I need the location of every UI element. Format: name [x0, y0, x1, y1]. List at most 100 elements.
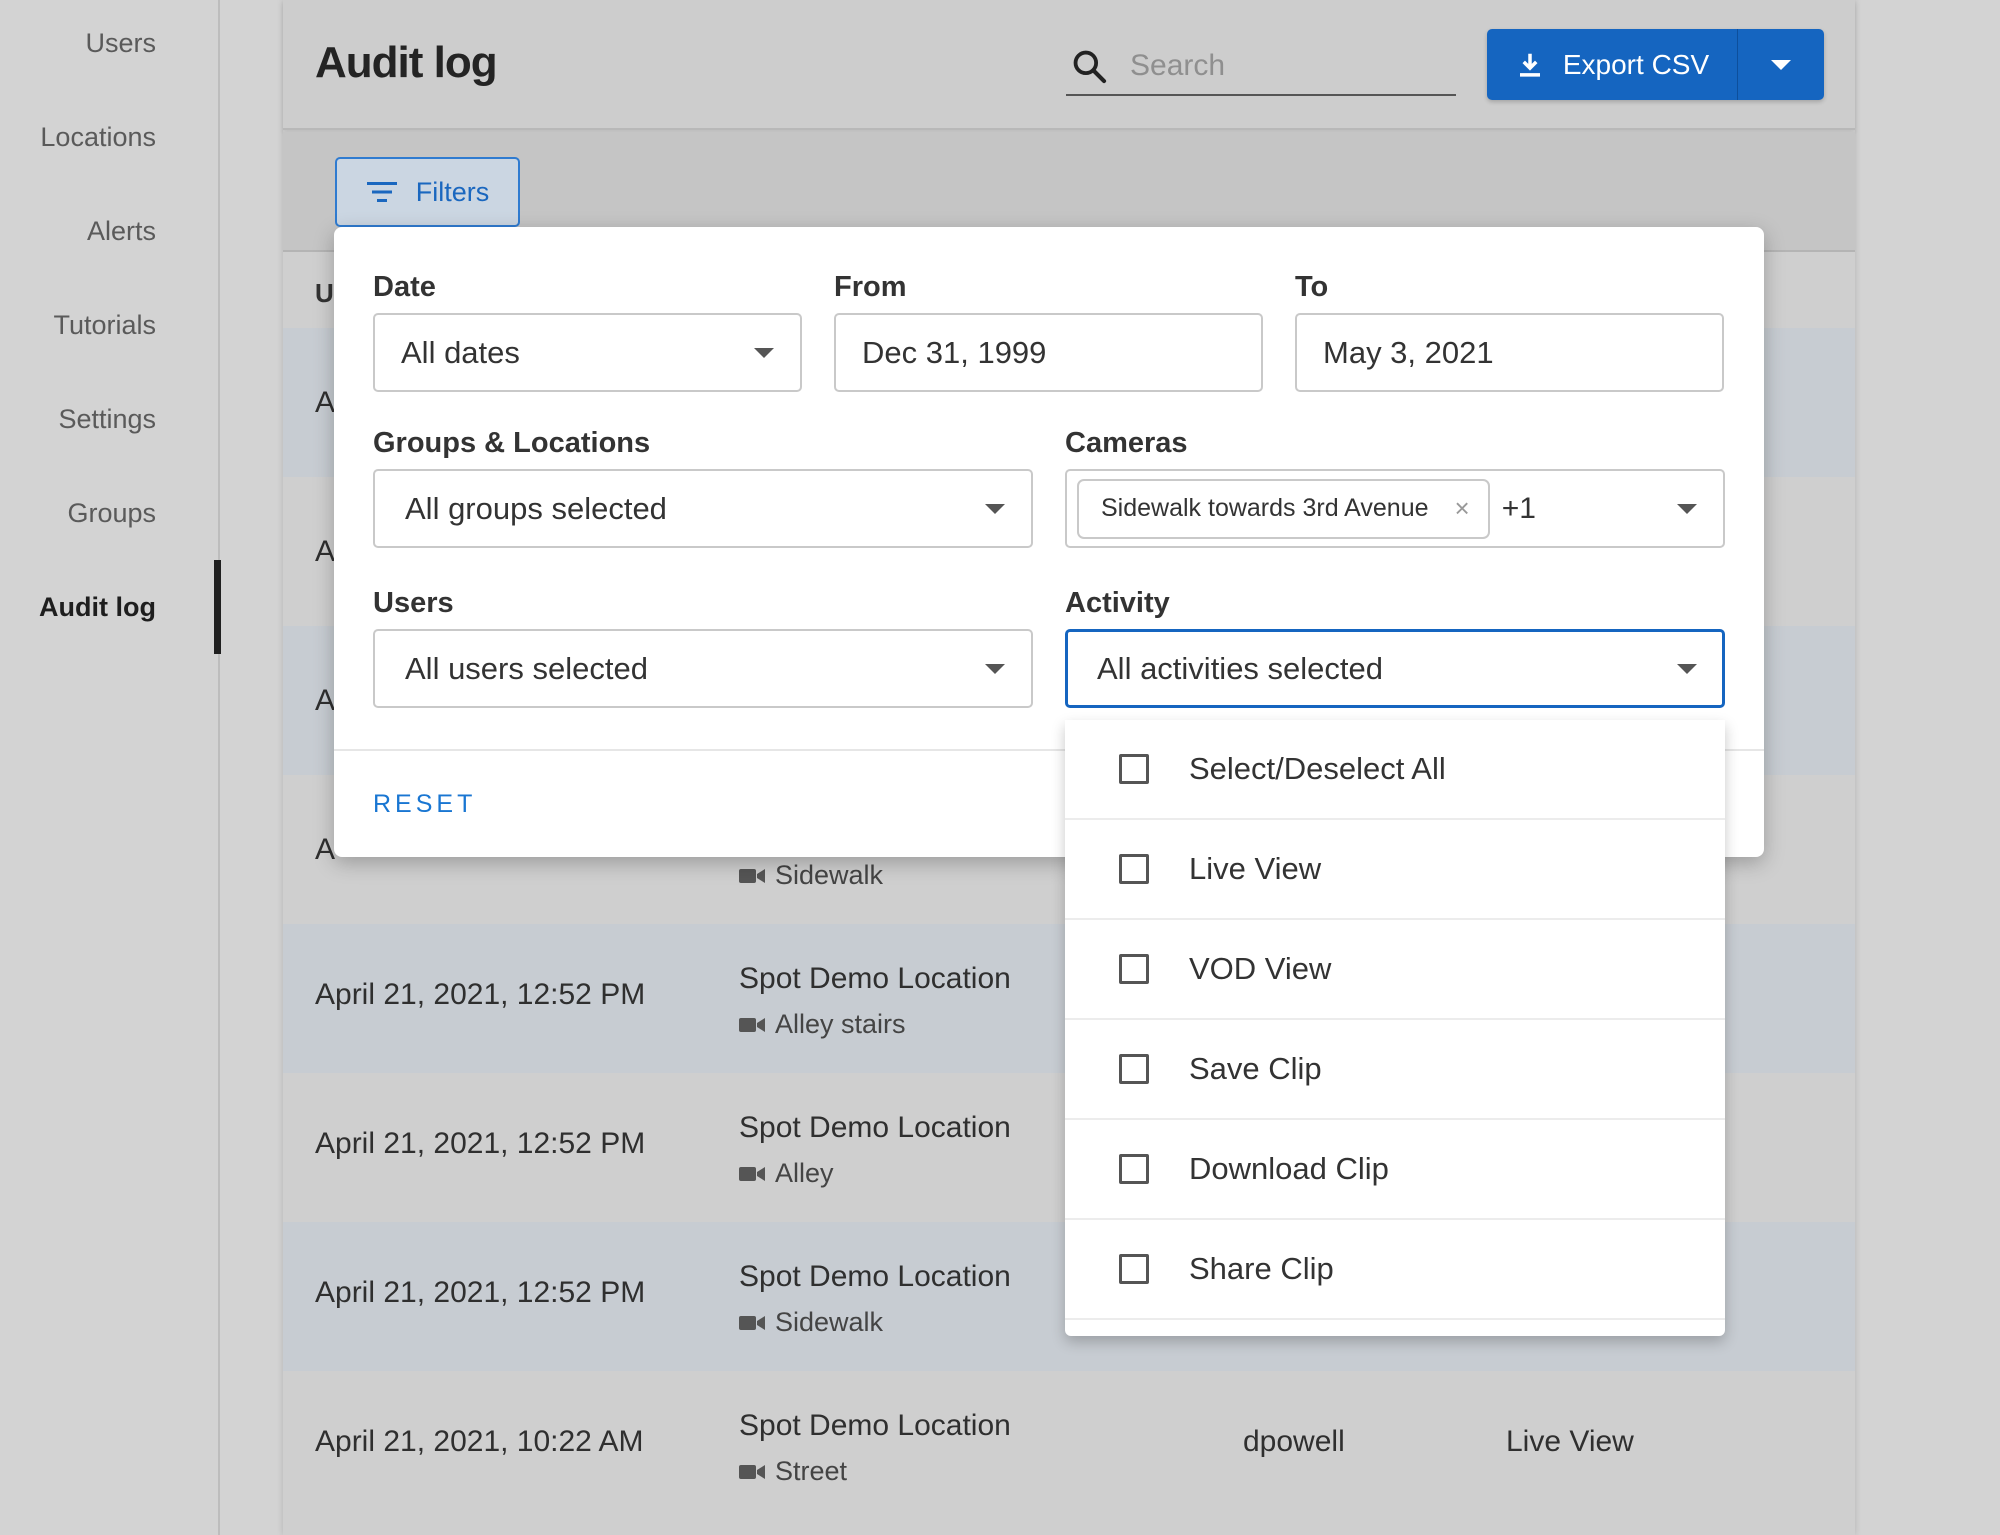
activity-option-save-clip[interactable]: Save Clip [1065, 1020, 1725, 1120]
checkbox[interactable] [1119, 754, 1149, 784]
groups-label: Groups & Locations [373, 427, 651, 459]
row-camera: Alley [739, 1158, 834, 1189]
camera-icon [739, 1017, 765, 1032]
from-label: From [834, 271, 907, 303]
row-location: Spot Demo Location [739, 1111, 1011, 1144]
row-location: Spot Demo Location [739, 1409, 1011, 1442]
activity-select[interactable]: All activities selected [1065, 629, 1725, 708]
sidebar-item-tutorials[interactable]: Tutorials [53, 310, 156, 341]
cameras-label: Cameras [1065, 427, 1188, 459]
users-select-value: All users selected [405, 650, 648, 686]
row-user: dpowell [1243, 1425, 1345, 1458]
row-camera: Street [739, 1456, 847, 1487]
active-nav-indicator [214, 560, 221, 654]
activity-label: Activity [1065, 587, 1170, 619]
activity-option-label: Select/Deselect All [1189, 751, 1446, 786]
chevron-down-icon [1677, 664, 1697, 674]
filters-button[interactable]: Filters [335, 157, 520, 227]
export-csv-label: Export CSV [1562, 48, 1710, 80]
row-date: April 21, 2021, 12:52 PM [315, 1276, 646, 1309]
sidebar-item-settings[interactable]: Settings [58, 404, 156, 435]
camera-icon [739, 1315, 765, 1330]
activity-option-label: Live View [1189, 851, 1322, 886]
users-label: Users [373, 587, 454, 619]
activity-option-share-clip[interactable]: Share Clip [1065, 1220, 1725, 1320]
export-split-button: Export CSV [1487, 29, 1824, 100]
column-header-user: U [315, 278, 334, 308]
sidebar-item-users[interactable]: Users [85, 28, 156, 59]
table-row[interactable]: April 21, 2021, 10:22 AM Spot Demo Locat… [283, 1371, 1855, 1520]
row-camera: Alley stairs [739, 1009, 906, 1040]
chevron-down-icon [1677, 504, 1697, 514]
row-date: A [315, 535, 336, 568]
reset-button[interactable]: RESET [373, 790, 476, 819]
date-select[interactable]: All dates [373, 313, 802, 392]
cameras-select[interactable]: Sidewalk towards 3rd Avenue × +1 [1065, 469, 1725, 548]
row-location: Spot Demo Location [739, 962, 1011, 995]
sidebar-item-groups[interactable]: Groups [67, 498, 156, 529]
row-camera-name: Street [775, 1456, 848, 1486]
search-box[interactable] [1066, 38, 1456, 96]
row-date: A [315, 386, 336, 419]
row-activity: Live View [1506, 1425, 1634, 1458]
row-date: A [315, 833, 336, 866]
groups-select-value: All groups selected [405, 490, 667, 526]
checkbox[interactable] [1119, 1154, 1149, 1184]
camera-icon [739, 1166, 765, 1181]
search-input[interactable] [1130, 49, 1430, 83]
sidebar: Users Locations Alerts Tutorials Setting… [0, 0, 221, 1535]
to-label: To [1295, 271, 1329, 303]
chip-remove-icon[interactable]: × [1455, 493, 1470, 524]
cameras-more-count: +1 [1501, 491, 1536, 525]
page-title: Audit log [315, 38, 498, 87]
activity-option-label: Download Clip [1189, 1151, 1389, 1186]
export-csv-button[interactable]: Export CSV [1487, 29, 1738, 100]
camera-chip: Sidewalk towards 3rd Avenue × [1077, 478, 1490, 539]
activity-option-download-clip[interactable]: Download Clip [1065, 1120, 1725, 1220]
chevron-down-icon [985, 504, 1005, 514]
to-date-field[interactable]: May 3, 2021 [1295, 313, 1724, 392]
filter-icon [366, 182, 397, 202]
camera-icon [739, 868, 765, 883]
camera-chip-label: Sidewalk towards 3rd Avenue [1101, 494, 1429, 522]
checkbox[interactable] [1119, 1054, 1149, 1084]
sidebar-item-locations[interactable]: Locations [40, 122, 156, 153]
page-header: Audit log Export CSV [283, 0, 1855, 130]
search-icon [1073, 50, 1107, 84]
activity-dropdown-menu: Select/Deselect All Live View VOD View S… [1065, 720, 1725, 1336]
row-location: Spot Demo Location [739, 1260, 1011, 1293]
row-date: April 21, 2021, 12:52 PM [315, 978, 646, 1011]
activity-option-label: VOD View [1189, 951, 1332, 986]
row-camera-name: Sidewalk [775, 1307, 884, 1337]
to-date-value: May 3, 2021 [1323, 334, 1494, 370]
chevron-down-icon [754, 348, 774, 358]
row-date: April 21, 2021, 10:22 AM [315, 1425, 644, 1458]
export-options-button[interactable] [1738, 29, 1824, 100]
activity-select-value: All activities selected [1097, 650, 1384, 686]
sidebar-item-audit-log[interactable]: Audit log [39, 592, 156, 623]
filters-label: Filters [415, 176, 490, 207]
date-select-value: All dates [401, 334, 520, 370]
groups-select[interactable]: All groups selected [373, 469, 1033, 548]
activity-option-live-view[interactable]: Live View [1065, 820, 1725, 920]
activity-option-select-all[interactable]: Select/Deselect All [1065, 720, 1725, 820]
checkbox[interactable] [1119, 954, 1149, 984]
chevron-down-icon [985, 664, 1005, 674]
row-camera-name: Alley stairs [775, 1009, 906, 1039]
row-camera: Sidewalk [739, 1307, 883, 1338]
activity-option-vod-view[interactable]: VOD View [1065, 920, 1725, 1020]
activity-option-label: Share Clip [1189, 1251, 1334, 1286]
checkbox[interactable] [1119, 1254, 1149, 1284]
row-date: A [315, 684, 336, 717]
from-date-field[interactable]: Dec 31, 1999 [834, 313, 1263, 392]
chevron-down-icon [1771, 59, 1791, 70]
sidebar-item-alerts[interactable]: Alerts [87, 216, 156, 247]
users-select[interactable]: All users selected [373, 629, 1033, 708]
row-camera: Sidewalk [739, 860, 883, 891]
download-icon [1519, 53, 1540, 77]
activity-option-label: Save Clip [1189, 1051, 1322, 1086]
checkbox[interactable] [1119, 854, 1149, 884]
date-label: Date [373, 271, 436, 303]
from-date-value: Dec 31, 1999 [862, 334, 1047, 370]
row-camera-name: Sidewalk [775, 860, 884, 890]
